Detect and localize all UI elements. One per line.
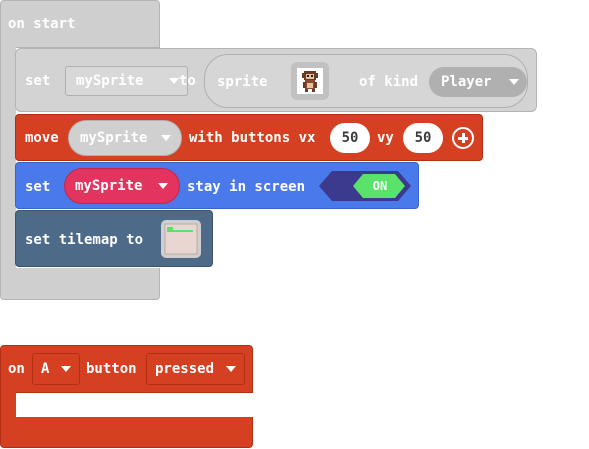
stay-in-screen-label: stay in screen [187,179,306,195]
move-with-buttons-block[interactable]: move mySprite with buttons vx 50 vy 50 [15,114,483,161]
of-kind-label: of kind [359,74,419,90]
event-dropdown-value: pressed [155,361,215,377]
sprite-of-kind-reporter[interactable]: sprite of kind Player [204,54,528,108]
button-dropdown-value: A [41,361,50,377]
set-label: set [25,73,51,89]
sprite-image-field[interactable] [291,62,329,100]
on-button-footer [0,417,253,448]
vy-value: 50 [414,130,432,146]
on-start-spine [0,46,16,276]
stay-toggle[interactable]: ON [319,171,411,201]
on-button-pressed-block[interactable]: on A button pressed [0,345,253,448]
variable-dropdown[interactable]: mySprite [65,66,188,96]
sprite-label: sprite [217,74,268,90]
vx-input[interactable]: 50 [330,123,370,153]
move-variable-reporter[interactable]: mySprite [68,120,182,156]
stay-variable-value: mySprite [75,178,143,194]
caret-down-icon [509,79,519,85]
vy-input[interactable]: 50 [403,123,443,153]
caret-down-icon [161,135,171,141]
monkey-sprite-icon [297,68,323,94]
stay-in-screen-block[interactable]: set mySprite stay in screen ON [15,162,419,209]
tilemap-image-field[interactable] [161,220,201,258]
kind-dropdown-value: Player [441,74,492,90]
set-sprite-block[interactable]: set mySprite to sprite of kind Player [15,48,537,112]
move-label: move [25,130,59,146]
toggle-state-label: ON [372,179,388,193]
caret-down-icon [169,78,179,84]
variable-dropdown-value: mySprite [76,73,144,89]
plus-circle-icon[interactable] [452,127,474,149]
caret-down-icon [61,366,71,372]
event-dropdown[interactable]: pressed [146,353,245,385]
kind-dropdown[interactable]: Player [429,67,527,97]
on-label: on [8,361,25,377]
set-tilemap-label: set tilemap to [25,232,144,248]
move-variable-value: mySprite [80,130,148,146]
vy-label: vy [377,130,394,146]
on-start-footer [0,268,160,300]
button-dropdown[interactable]: A [32,353,80,385]
tilemap-thumbnail-icon [164,223,198,255]
caret-down-icon [158,183,168,189]
statement-slot[interactable] [16,393,253,417]
stay-variable-dropdown[interactable]: mySprite [64,168,180,204]
set-label: set [25,179,51,195]
vx-value: 50 [341,130,359,146]
button-label: button [86,361,137,377]
set-tilemap-block[interactable]: set tilemap to [15,210,213,267]
on-start-label: on start [8,16,76,32]
caret-down-icon [226,366,236,372]
to-label: to [179,73,196,89]
with-buttons-label: with buttons vx [189,130,316,146]
